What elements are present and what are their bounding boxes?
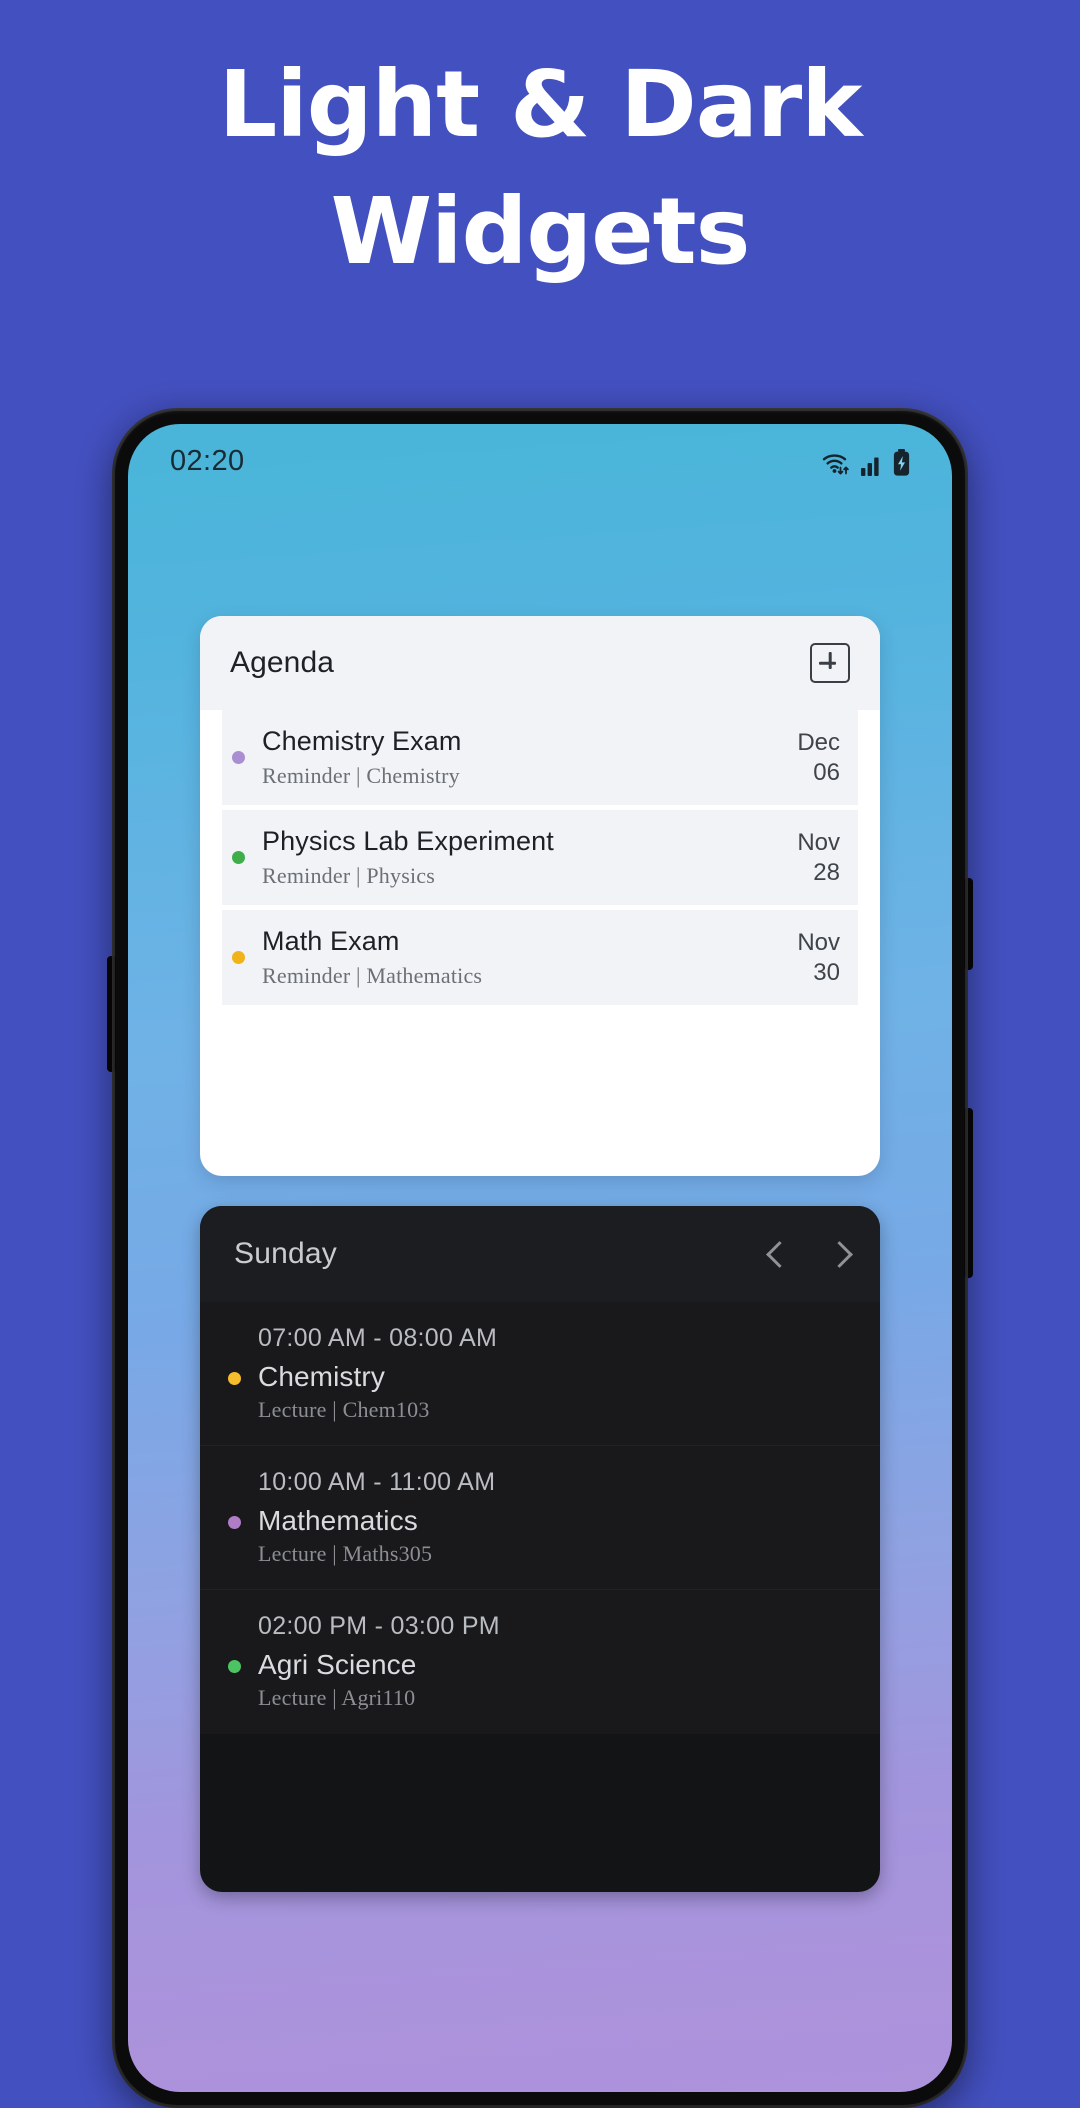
phone-screen: 02:20 Agenda Chemistry Exam Reminder | C…: [128, 424, 952, 2092]
list-item-date: Dec 06: [797, 729, 840, 786]
list-item-subtitle: Reminder | Chemistry: [262, 762, 460, 788]
phone-mockup: 02:20 Agenda Chemistry Exam Reminder | C…: [107, 408, 973, 2108]
list-item[interactable]: Chemistry Exam Reminder | Chemistry Dec …: [222, 710, 858, 805]
phone-button-left[interactable]: [107, 956, 116, 1072]
list-item-subtitle: Reminder | Physics: [262, 862, 435, 888]
list-item-title: Math Exam: [262, 926, 400, 957]
agenda-widget-header: Agenda: [200, 616, 880, 710]
phone-button-volume[interactable]: [964, 1108, 973, 1278]
list-item-subtitle: Lecture | Chem103: [258, 1397, 430, 1423]
event-color-dot: [228, 1660, 241, 1673]
event-color-dot: [228, 1516, 241, 1529]
list-item-subtitle: Lecture | Maths305: [258, 1541, 433, 1567]
agenda-widget-title: Agenda: [230, 646, 335, 679]
promo-headline-line1: Light & Dark: [218, 51, 863, 158]
event-color-dot: [232, 851, 245, 864]
list-item-title: Mathematics: [258, 1505, 418, 1536]
chevron-left-icon[interactable]: [766, 1243, 788, 1265]
list-item-subtitle: Reminder | Mathematics: [262, 962, 483, 988]
promo-screenshot: Light & Dark Widgets 02:20 Agenda Chemis…: [0, 0, 1080, 2108]
status-bar: 02:20: [128, 424, 952, 498]
cellular-signal-icon: [860, 452, 884, 476]
list-item-title: Chemistry: [258, 1361, 385, 1392]
list-item-title: Physics Lab Experiment: [262, 826, 554, 857]
list-item-time: 07:00 AM - 08:00 AM: [258, 1324, 498, 1352]
promo-headline: Light & Dark Widgets: [0, 42, 1080, 296]
list-item-time: 10:00 AM - 11:00 AM: [258, 1468, 496, 1496]
list-item-date: Nov 28: [797, 829, 840, 886]
chevron-right-icon[interactable]: [826, 1243, 848, 1265]
list-item[interactable]: Math Exam Reminder | Mathematics Nov 30: [222, 910, 858, 1005]
list-item[interactable]: 07:00 AM - 08:00 AM Chemistry Lecture | …: [200, 1302, 880, 1446]
list-item-time: 02:00 PM - 03:00 PM: [258, 1612, 500, 1640]
schedule-widget-header: Sunday: [200, 1206, 880, 1302]
schedule-widget-nav: [766, 1243, 848, 1265]
schedule-widget-day: Sunday: [234, 1237, 337, 1270]
battery-charging-icon: [893, 449, 910, 476]
list-item-title: Agri Science: [258, 1649, 417, 1680]
phone-button-power[interactable]: [964, 878, 973, 970]
event-color-dot: [232, 751, 245, 764]
agenda-widget-list: Chemistry Exam Reminder | Chemistry Dec …: [200, 710, 880, 1005]
event-color-dot: [228, 1372, 241, 1385]
list-item-subtitle: Lecture | Agri110: [258, 1685, 416, 1711]
status-bar-icons: [821, 446, 910, 476]
promo-headline-line2: Widgets: [330, 177, 751, 285]
status-bar-clock: 02:20: [170, 444, 245, 477]
list-item-date: Nov 30: [797, 929, 840, 986]
list-item-title: Chemistry Exam: [262, 726, 462, 757]
schedule-widget[interactable]: Sunday 07:00 AM - 08:00 AM Chemistry Lec…: [200, 1206, 880, 1892]
event-color-dot: [232, 951, 245, 964]
list-item[interactable]: Physics Lab Experiment Reminder | Physic…: [222, 810, 858, 905]
plus-square-icon[interactable]: [810, 643, 850, 683]
list-item[interactable]: 10:00 AM - 11:00 AM Mathematics Lecture …: [200, 1446, 880, 1590]
list-item[interactable]: 02:00 PM - 03:00 PM Agri Science Lecture…: [200, 1590, 880, 1734]
wifi-icon: [821, 450, 851, 476]
agenda-widget[interactable]: Agenda Chemistry Exam Reminder | Chemist…: [200, 616, 880, 1176]
